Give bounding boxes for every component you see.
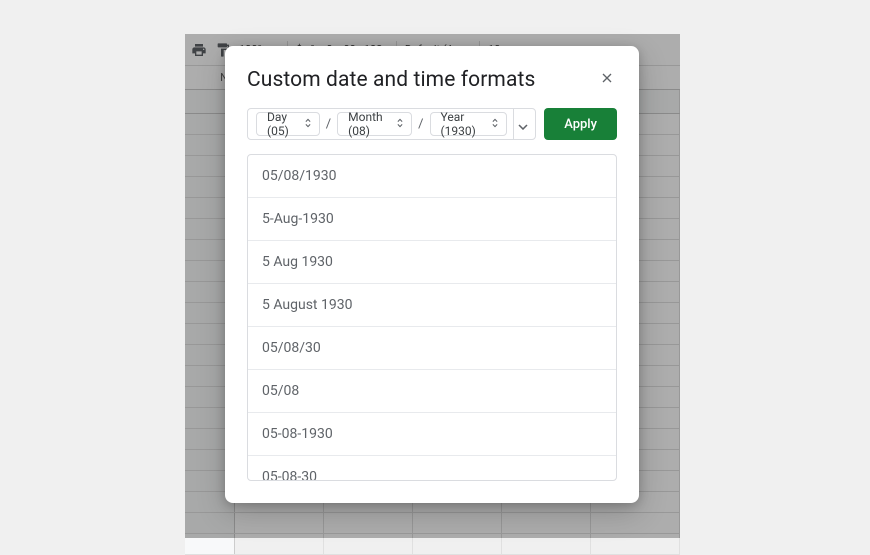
chevron-down-icon [518, 115, 528, 134]
close-icon [599, 70, 615, 90]
format-preset-item[interactable]: 05/08/1930 [248, 155, 616, 198]
apply-button[interactable]: Apply [544, 108, 617, 140]
format-preset-item[interactable]: 5-Aug-1930 [248, 198, 616, 241]
token-separator-1: / [326, 117, 331, 132]
updown-icon [303, 117, 313, 131]
token-day[interactable]: Day (05) [256, 112, 320, 136]
format-preset-item[interactable]: 05/08 [248, 370, 616, 413]
updown-icon [395, 117, 405, 131]
token-separator-2: / [418, 117, 423, 132]
token-day-label: Day (05) [267, 110, 299, 138]
format-preset-item[interactable]: 05-08-30 [248, 456, 616, 481]
token-month-label: Month (08) [348, 110, 391, 138]
dialog-title: Custom date and time formats [247, 68, 535, 92]
token-month[interactable]: Month (08) [337, 112, 412, 136]
updown-icon [490, 117, 500, 131]
format-builder-row: Day (05) / Month (08) / Year (1930) Appl… [225, 108, 639, 154]
format-preset-item[interactable]: 05-08-1930 [248, 413, 616, 456]
format-token-input[interactable]: Day (05) / Month (08) / Year (1930) [247, 108, 536, 140]
add-token-dropdown[interactable] [513, 109, 533, 139]
custom-date-format-dialog: Custom date and time formats Day (05) / … [225, 46, 639, 503]
spreadsheet-app: 100% ▾ $ % 0 .00 123▾ Default (Ar ▾ 10 ▾… [185, 34, 680, 538]
token-year-label: Year (1930) [441, 110, 486, 138]
close-button[interactable] [597, 70, 617, 90]
format-preset-item[interactable]: 05/08/30 [248, 327, 616, 370]
format-preset-list[interactable]: 05/08/1930 5-Aug-1930 5 Aug 1930 5 Augus… [247, 154, 617, 481]
token-year[interactable]: Year (1930) [430, 112, 507, 136]
format-preset-item[interactable]: 5 August 1930 [248, 284, 616, 327]
format-preset-item[interactable]: 5 Aug 1930 [248, 241, 616, 284]
